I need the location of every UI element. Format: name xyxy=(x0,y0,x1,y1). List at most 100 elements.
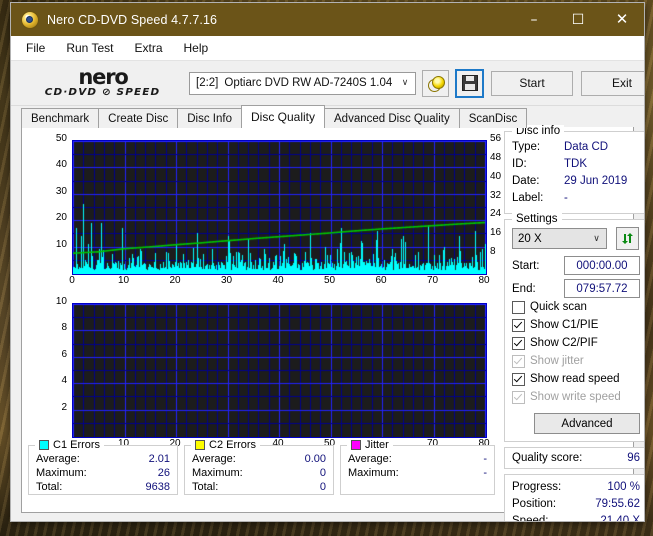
disc-type-value: Data CD xyxy=(564,139,608,156)
quality-score-group: Quality score: 96 xyxy=(504,447,645,469)
jitter-maximum-row: Maximum: - xyxy=(348,466,487,480)
close-button[interactable]: ✕ xyxy=(600,3,644,36)
show-jitter-label: Show jitter xyxy=(530,353,584,370)
show-c2-pif-label: Show C2/PIF xyxy=(530,335,598,352)
tab-content-disc-quality: 1020304050 8162432404856 010203040506070… xyxy=(21,127,634,513)
c2-stats-title-label: C2 Errors xyxy=(209,439,256,451)
checkbox-quick-scan[interactable]: Quick scan xyxy=(512,299,640,316)
charts-pane: 1020304050 8162432404856 010203040506070… xyxy=(22,127,502,512)
refresh-button[interactable] xyxy=(616,227,639,250)
position-label: Position: xyxy=(512,496,572,513)
statistics-row: C1 Errors Average: 2.01 Maximum: 26 Tota… xyxy=(28,445,498,507)
c1-errors-stats: C1 Errors Average: 2.01 Maximum: 26 Tota… xyxy=(28,445,178,495)
jitter-average-label: Average: xyxy=(348,452,392,466)
progress-value: 100 % xyxy=(607,479,640,496)
quality-score-value: 96 xyxy=(627,452,640,464)
eject-disc-button[interactable] xyxy=(422,70,449,97)
menu-bar: File Run Test Extra Help xyxy=(11,36,644,61)
checkbox-show-write-speed: Show write speed xyxy=(512,389,640,406)
speed-status-row: Speed: 21.40 X xyxy=(512,513,640,522)
end-position-row: End: 079:57.72 xyxy=(512,279,640,298)
c1-total-value: 9638 xyxy=(146,480,170,494)
c1-errors-chart: 1020304050 8162432404856 010203040506070… xyxy=(28,132,498,292)
tab-disc-quality[interactable]: Disc Quality xyxy=(241,105,325,128)
tab-advanced-disc-quality[interactable]: Advanced Disc Quality xyxy=(324,108,460,128)
drive-select[interactable]: [2:2] Optiarc DVD RW AD-7240S 1.04 ∨ xyxy=(189,72,416,95)
show-write-speed-checkbox xyxy=(512,391,525,404)
refresh-arrows-icon xyxy=(621,232,634,245)
c2-average-value: 0.00 xyxy=(305,452,326,466)
speed-row: 20 X ∨ xyxy=(512,227,640,250)
c2-maximum-row: Maximum: 0 xyxy=(192,466,326,480)
checkbox-show-jitter: Show jitter xyxy=(512,353,640,370)
c1-maximum-value: 26 xyxy=(158,466,170,480)
tab-benchmark[interactable]: Benchmark xyxy=(21,108,99,128)
exit-button[interactable]: Exit xyxy=(581,71,645,96)
disc-id-label: ID: xyxy=(512,156,564,173)
menu-item-file[interactable]: File xyxy=(17,38,54,58)
toolbar: nero CD·DVD ⊘ SPEED [2:2] Optiarc DVD RW… xyxy=(11,61,644,106)
c2-total-value: 0 xyxy=(320,480,326,494)
position-row: Position: 79:55.62 xyxy=(512,496,640,513)
c1-plot-area xyxy=(72,140,487,275)
tab-scandisc[interactable]: ScanDisc xyxy=(459,108,528,128)
start-position-row: Start: 000:00.00 xyxy=(512,256,640,275)
show-read-speed-checkbox[interactable] xyxy=(512,373,525,386)
c1-average-label: Average: xyxy=(36,452,80,466)
jitter-color-swatch xyxy=(351,440,361,450)
c1-stats-title-label: C1 Errors xyxy=(53,439,100,451)
show-read-speed-label: Show read speed xyxy=(530,371,620,388)
minimize-button[interactable]: – xyxy=(512,3,556,36)
menu-item-extra[interactable]: Extra xyxy=(125,38,171,58)
c1-average-row: Average: 2.01 xyxy=(36,452,170,466)
show-c1-pie-checkbox[interactable] xyxy=(512,319,525,332)
disc-label-row: Label: - xyxy=(512,190,640,207)
tab-create-disc[interactable]: Create Disc xyxy=(98,108,178,128)
show-jitter-checkbox xyxy=(512,355,525,368)
nero-disc-icon xyxy=(21,11,39,29)
save-floppy-icon xyxy=(462,75,478,91)
start-input[interactable]: 000:00.00 xyxy=(564,256,640,275)
menu-item-run-test[interactable]: Run Test xyxy=(57,38,122,58)
checkbox-show-c1-pie[interactable]: Show C1/PIE xyxy=(512,317,640,334)
show-c2-pif-checkbox[interactable] xyxy=(512,337,525,350)
c2-stats-title: C2 Errors xyxy=(191,439,260,451)
chevron-down-icon: ∨ xyxy=(589,234,604,244)
jitter-maximum-label: Maximum: xyxy=(348,466,399,480)
show-c1-pie-label: Show C1/PIE xyxy=(530,317,598,334)
jitter-maximum-value: - xyxy=(483,466,487,480)
c1-total-row: Total: 9638 xyxy=(36,480,170,494)
tab-disc-info[interactable]: Disc Info xyxy=(177,108,242,128)
quick-scan-checkbox[interactable] xyxy=(512,301,525,314)
jitter-stats-title: Jitter xyxy=(347,439,393,451)
progress-label: Progress: xyxy=(512,479,572,496)
drive-id-label: [2:2] xyxy=(196,77,218,89)
checkbox-show-read-speed[interactable]: Show read speed xyxy=(512,371,640,388)
progress-row: Progress: 100 % xyxy=(512,479,640,496)
eject-disc-icon xyxy=(428,76,443,90)
c1-plot-canvas xyxy=(73,141,486,274)
c2-maximum-value: 0 xyxy=(320,466,326,480)
advanced-button[interactable]: Advanced xyxy=(534,413,640,434)
maximize-button[interactable]: ☐ xyxy=(556,3,600,36)
c1-total-label: Total: xyxy=(36,480,62,494)
start-button[interactable]: Start xyxy=(491,71,573,96)
settings-group: Settings 20 X ∨ Start: 000: xyxy=(504,219,645,442)
end-input[interactable]: 079:57.72 xyxy=(564,279,640,298)
c2-total-label: Total: xyxy=(192,480,218,494)
disc-id-value: TDK xyxy=(564,156,587,173)
disc-type-label: Type: xyxy=(512,139,564,156)
quality-score-label: Quality score: xyxy=(512,452,582,464)
title-bar: Nero CD-DVD Speed 4.7.7.16 – ☐ ✕ xyxy=(11,3,644,36)
position-value: 79:55.62 xyxy=(595,496,640,513)
start-label: Start: xyxy=(512,260,564,272)
checkbox-show-c2-pif[interactable]: Show C2/PIF xyxy=(512,335,640,352)
disc-label-label: Label: xyxy=(512,190,564,207)
nero-logo: nero CD·DVD ⊘ SPEED xyxy=(23,68,183,98)
speed-select[interactable]: 20 X ∨ xyxy=(512,228,607,249)
c1-stats-title: C1 Errors xyxy=(35,439,104,451)
save-results-button[interactable] xyxy=(455,69,484,98)
chevron-down-icon: ∨ xyxy=(397,78,413,88)
menu-item-help[interactable]: Help xyxy=(175,38,218,58)
c1-color-swatch xyxy=(39,440,49,450)
